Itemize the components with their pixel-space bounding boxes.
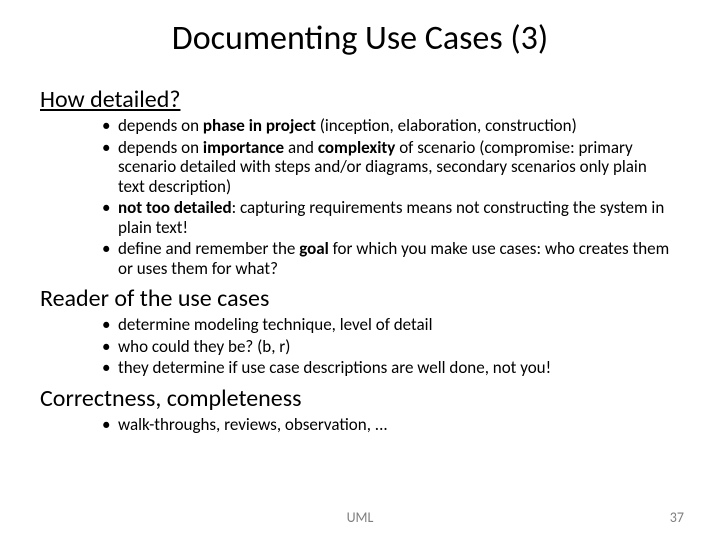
list-item: who could they be? (b, r) — [118, 337, 670, 357]
list-item: depends on importance and complexity of … — [118, 138, 670, 197]
list-item: determine modeling technique, level of d… — [118, 315, 670, 335]
section-heading: Reader of the use cases — [40, 284, 680, 313]
list-item: walk-throughs, reviews, observation, ... — [118, 415, 670, 435]
bullet-list: determine modeling technique, level of d… — [40, 315, 680, 378]
footer-center: UML — [347, 509, 374, 526]
list-item: depends on phase in project (inception, … — [118, 116, 670, 136]
footer-page-number: 37 — [670, 509, 684, 526]
footer: UML 37 — [0, 509, 720, 526]
content: How detailed?depends on phase in project… — [40, 85, 680, 435]
list-item: define and remember the goal for which y… — [118, 239, 670, 278]
bullet-list: walk-throughs, reviews, observation, ... — [40, 415, 680, 435]
slide: Documenting Use Cases (3) How detailed?d… — [0, 0, 720, 540]
page-title: Documenting Use Cases (3) — [40, 18, 680, 59]
bullet-list: depends on phase in project (inception, … — [40, 116, 680, 278]
section-heading: How detailed? — [40, 85, 680, 114]
list-item: not too detailed: capturing requirements… — [118, 198, 670, 237]
list-item: they determine if use case descriptions … — [118, 358, 670, 378]
section-heading: Correctness, completeness — [40, 384, 680, 413]
